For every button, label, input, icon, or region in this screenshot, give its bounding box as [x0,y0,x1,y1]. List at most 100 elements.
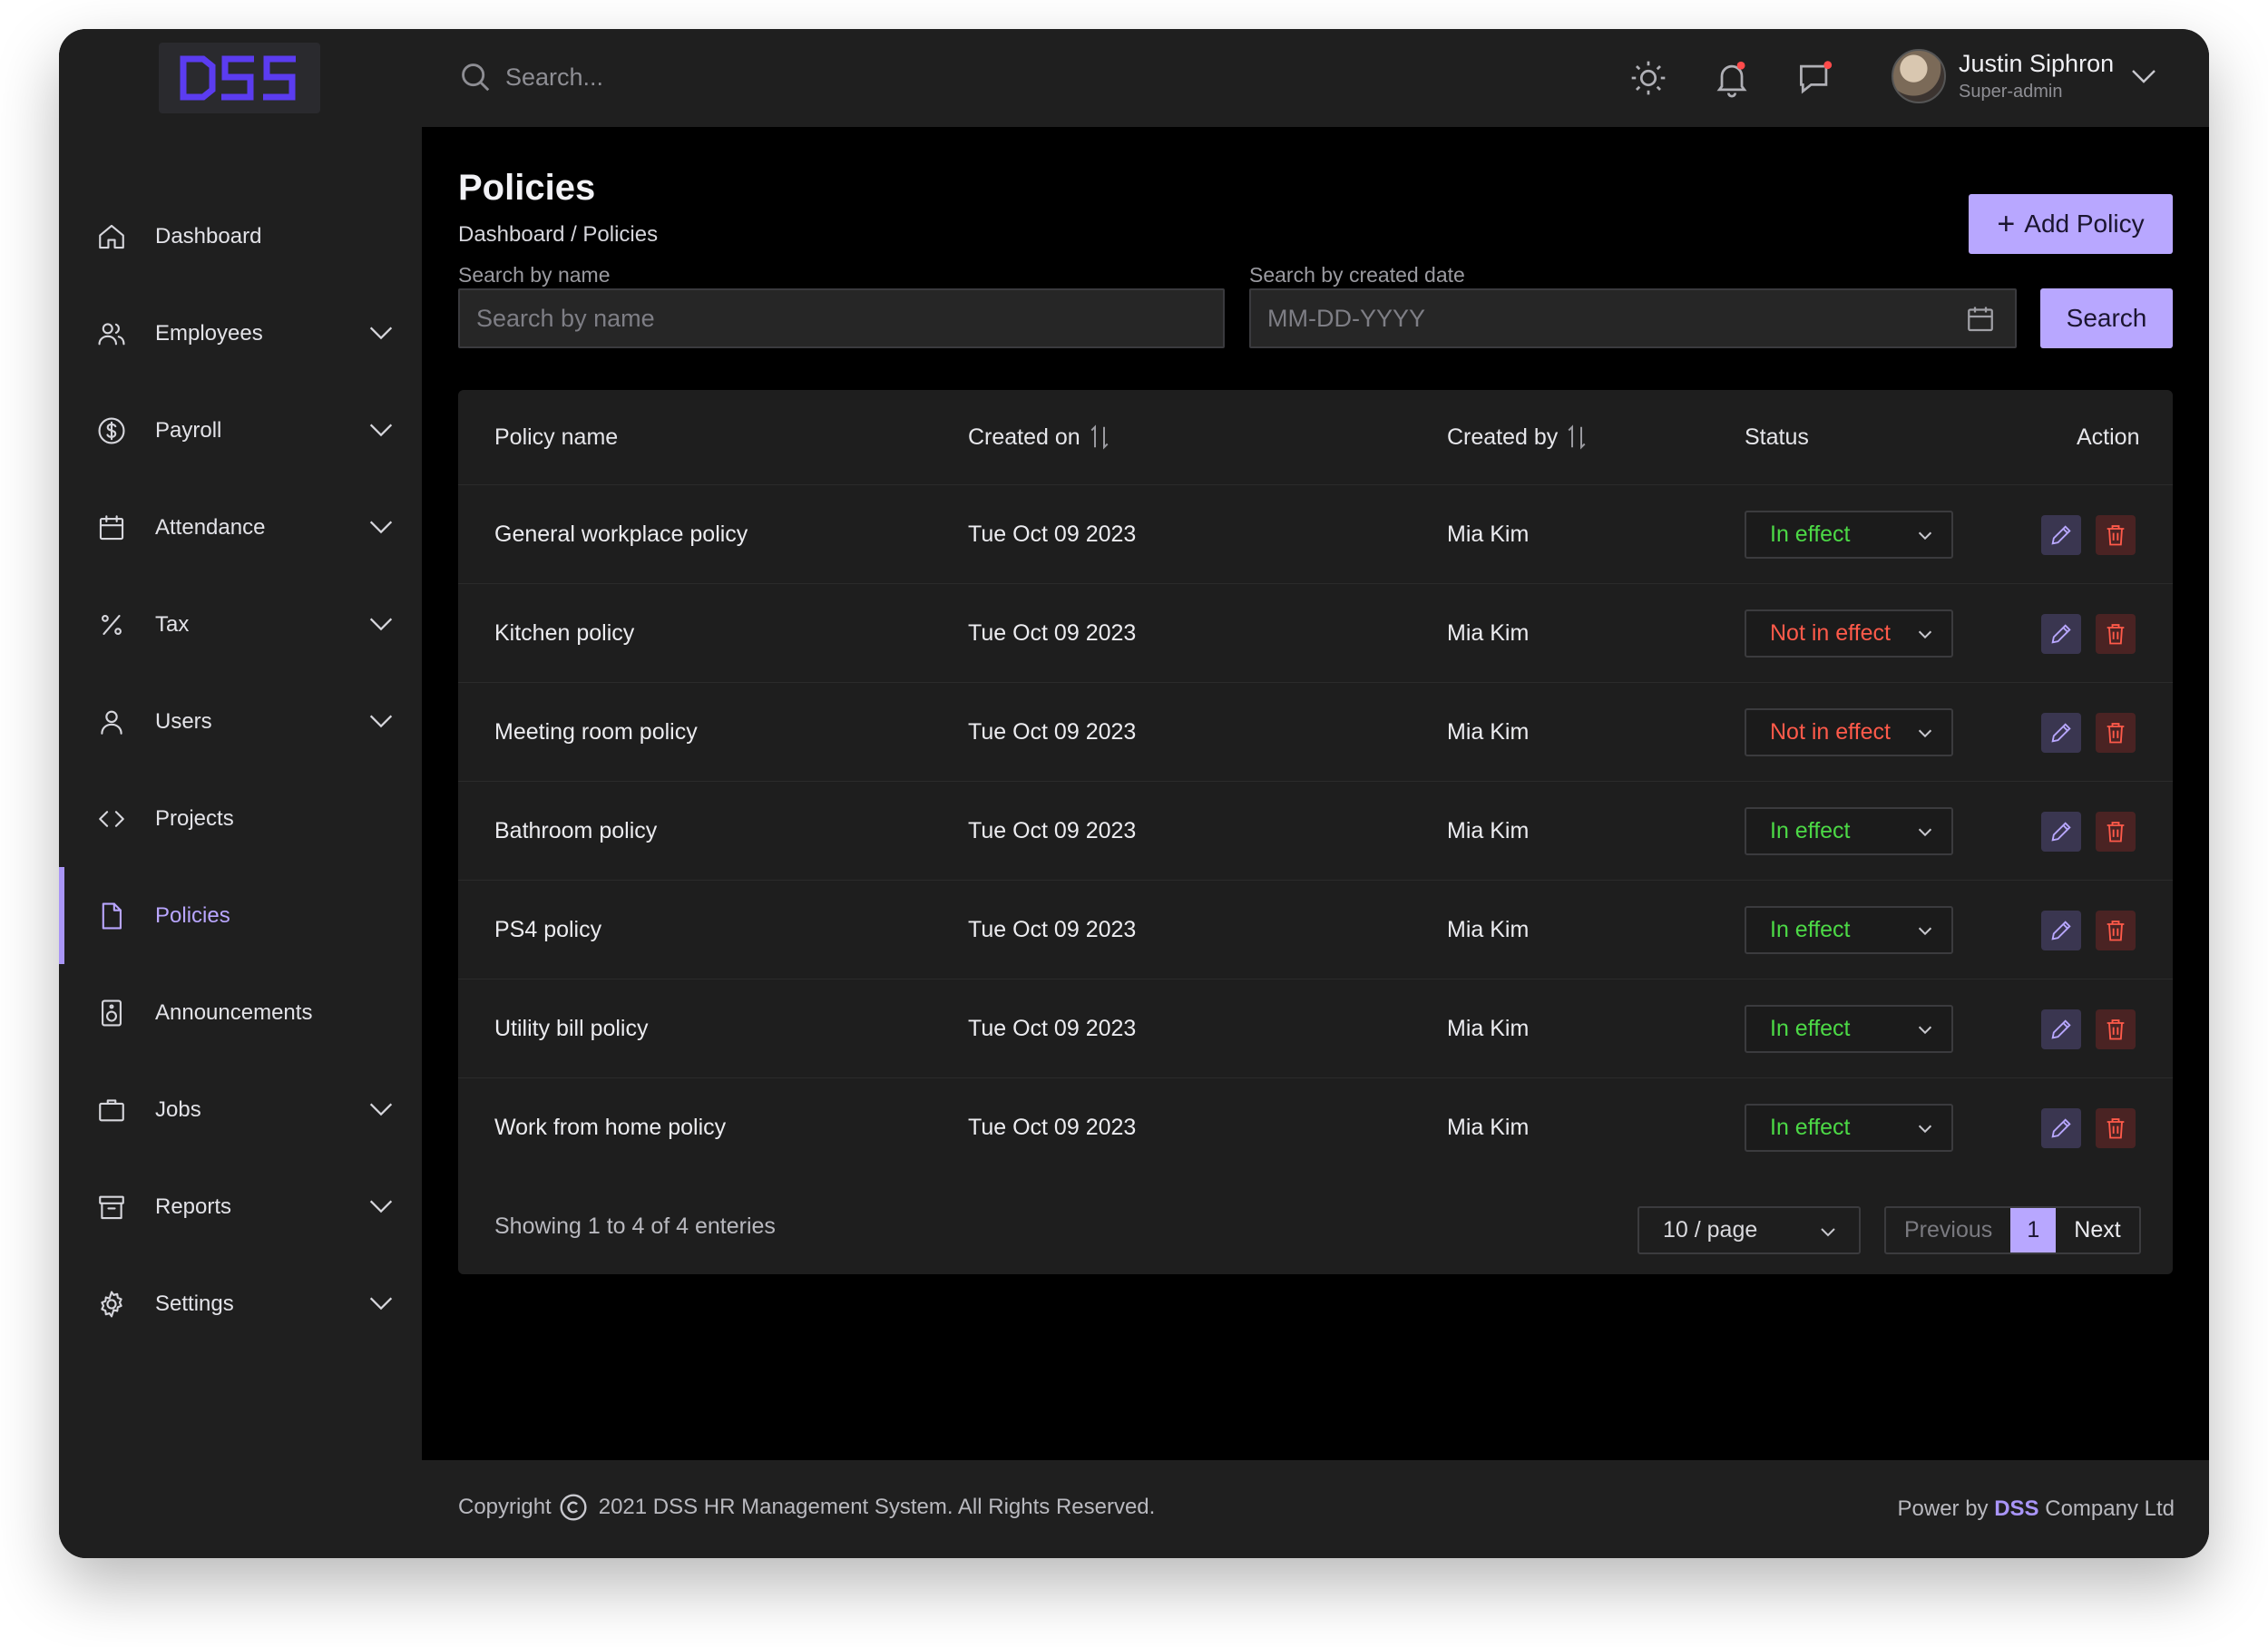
logo[interactable] [159,43,320,113]
sidebar-item-label: Tax [155,611,190,637]
search-button[interactable]: Search [2040,288,2173,348]
column-header-created-on[interactable]: Created on [968,390,1111,484]
column-header-label: Action [2077,424,2140,450]
chevron-down-icon[interactable] [366,317,396,348]
name-filter-placeholder: Search by name [476,304,655,332]
breadcrumb[interactable]: Dashboard / Policies [458,222,658,248]
status-value: Not in effect [1770,719,1891,745]
sidebar-item-reports[interactable]: Reports [59,1158,422,1255]
page-size-value: 10 / page [1663,1217,1758,1243]
created-on: Tue Oct 09 2023 [968,719,1137,745]
trash-icon [2107,723,2125,744]
status-value: In effect [1770,917,1851,942]
global-search[interactable]: Search... [458,60,603,94]
edit-button[interactable] [2041,812,2081,852]
column-header-action: Action [2077,390,2139,484]
delete-button[interactable] [2096,713,2136,753]
calendar-icon[interactable] [1964,303,1997,336]
edit-button[interactable] [2041,515,2081,555]
global-search-input[interactable]: Search... [505,63,603,92]
name-filter-label: Search by name [458,263,611,287]
user-name: Justin Siphron [1959,50,2115,77]
delete-button[interactable] [2096,614,2136,654]
date-filter-placeholder: MM-DD-YYYY [1267,304,1425,332]
edit-button[interactable] [2041,713,2081,753]
pencil-icon [2051,525,2071,545]
status-select[interactable]: In effect [1745,511,1953,559]
chevron-down-icon[interactable] [366,706,396,736]
sidebar-item-label: Settings [155,1291,234,1316]
policy-name: Work from home policy [494,1115,727,1140]
avatar [1892,49,1946,103]
user-menu[interactable]: Justin Siphron Super-admin [1892,49,2114,103]
page-size-select[interactable]: 10 / page [1637,1206,1861,1254]
sidebar-item-payroll[interactable]: Payroll [59,382,422,479]
created-on: Tue Oct 09 2023 [968,917,1137,942]
column-header-created-by[interactable]: Created by [1447,390,1589,484]
status-select[interactable]: Not in effect [1745,708,1953,756]
sidebar-item-attendance[interactable]: Attendance [59,479,422,576]
sidebar-item-policies[interactable]: Policies [59,867,422,964]
sidebar-item-announcements[interactable]: Announcements [59,964,422,1061]
sidebar-item-users[interactable]: Users [59,673,422,770]
status-select[interactable]: In effect [1745,1104,1953,1152]
sun-icon[interactable] [1628,58,1668,98]
copyright-prefix: Copyright [458,1495,552,1519]
chevron-down-icon[interactable] [366,1094,396,1125]
status-select[interactable]: Not in effect [1745,609,1953,658]
edit-button[interactable] [2041,614,2081,654]
next-page-button[interactable]: Next [2056,1208,2138,1252]
sidebar-item-settings[interactable]: Settings [59,1255,422,1352]
pencil-icon [2051,1118,2071,1138]
chat-icon[interactable] [1795,58,1835,98]
sidebar-item-dashboard[interactable]: Dashboard [59,188,422,285]
name-filter-input[interactable]: Search by name [458,288,1225,348]
status-value: In effect [1770,521,1851,547]
policy-name: General workplace policy [494,521,748,547]
status-select[interactable]: In effect [1745,807,1953,855]
sidebar-item-employees[interactable]: Employees [59,285,422,382]
delete-button[interactable] [2096,812,2136,852]
chevron-down-icon[interactable] [366,1288,396,1319]
dss-logo-icon [180,55,296,101]
power-prefix: Power by [1897,1496,1989,1521]
table-row: Meeting room policy Tue Oct 09 2023 Mia Ki… [458,682,2173,781]
trash-icon [2107,624,2125,645]
date-filter-input[interactable]: MM-DD-YYYY [1249,288,2017,348]
edit-button[interactable] [2041,911,2081,950]
sidebar-item-tax[interactable]: Tax [59,576,422,673]
delete-button[interactable] [2096,1108,2136,1148]
add-policy-label: Add Policy [2024,210,2145,238]
delete-button[interactable] [2096,515,2136,555]
delete-button[interactable] [2096,911,2136,950]
edit-button[interactable] [2041,1009,2081,1049]
policy-name: Meeting room policy [494,719,698,745]
sidebar-item-label: Payroll [155,417,222,443]
sort-icon[interactable] [1565,424,1589,451]
sidebar-nav: Dashboard Employees Payroll Attendance Tax Us… [59,188,422,1352]
pagination: Previous 1 Next [1884,1206,2141,1254]
status-select[interactable]: In effect [1745,906,1953,954]
chevron-down-icon[interactable] [366,414,396,445]
sidebar-item-label: Jobs [155,1096,201,1122]
edit-button[interactable] [2041,1108,2081,1148]
bell-icon[interactable] [1712,58,1752,98]
created-by: Mia Kim [1447,917,1530,942]
chevron-down-icon[interactable] [366,512,396,542]
page-footer: Copyright 2021 DSS HR Management System.… [422,1460,2209,1558]
status-select[interactable]: In effect [1745,1005,1953,1053]
sidebar-item-projects[interactable]: Projects [59,770,422,867]
pencil-icon [2051,624,2071,644]
chevron-down-icon[interactable] [2127,60,2160,93]
briefcase-icon [95,1094,128,1126]
sort-icon[interactable] [1088,424,1111,451]
add-policy-button[interactable]: + Add Policy [1969,194,2173,254]
page-number-button[interactable]: 1 [2010,1208,2057,1252]
delete-button[interactable] [2096,1009,2136,1049]
plus-icon: + [1997,207,2016,241]
chevron-down-icon[interactable] [366,1191,396,1222]
sidebar-item-jobs[interactable]: Jobs [59,1061,422,1158]
previous-page-button[interactable]: Previous [1886,1208,2010,1252]
sidebar-item-label: Policies [155,902,230,928]
chevron-down-icon[interactable] [366,609,396,639]
